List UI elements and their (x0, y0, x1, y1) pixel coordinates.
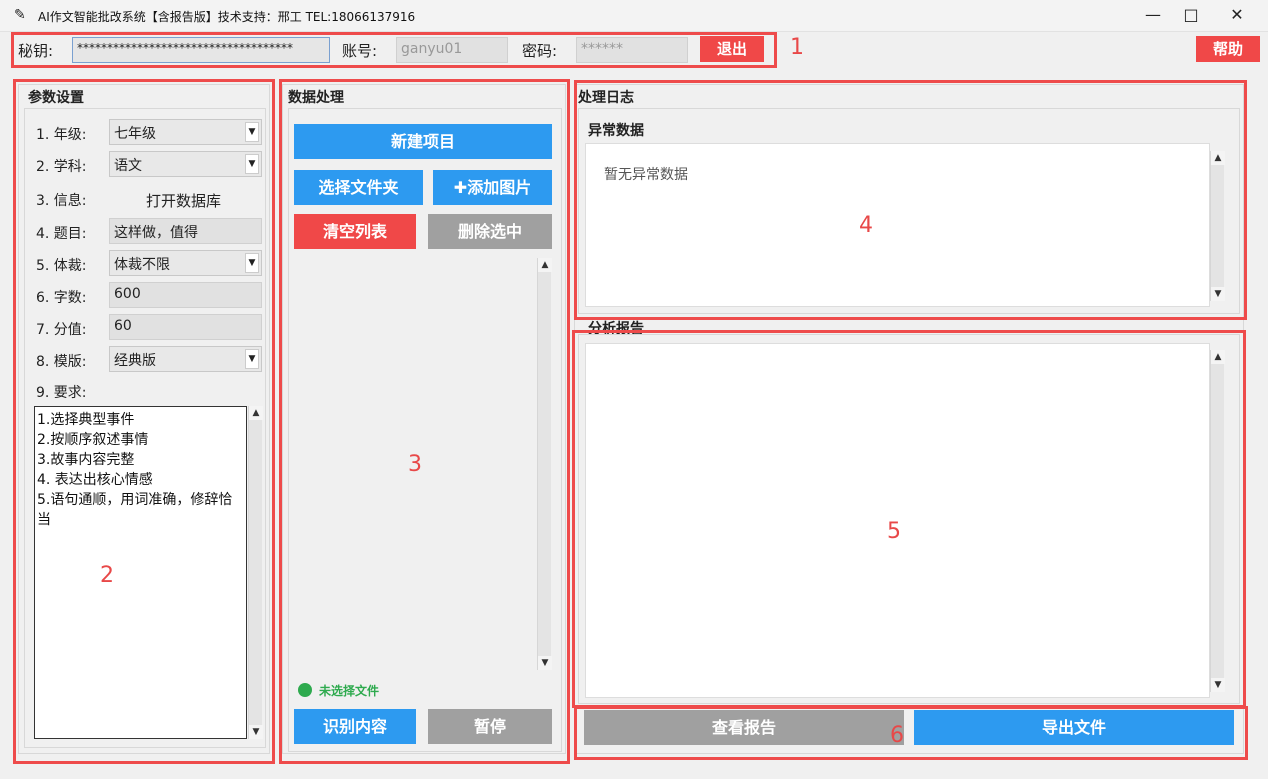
annotation-box-5 (572, 330, 1246, 708)
annotation-number: 1 (790, 35, 804, 60)
annotation-number: 4 (859, 213, 873, 238)
close-icon[interactable]: ✕ (1214, 0, 1260, 32)
annotation-box-2 (13, 79, 275, 764)
annotation-box-1 (11, 32, 777, 68)
annotation-number: 6 (890, 723, 904, 748)
feather-icon: ✎ (14, 7, 26, 23)
app-window: ✎ AI作文智能批改系统【含报告版】技术支持：邢工 TEL:1806613791… (0, 0, 1268, 779)
maximize-icon[interactable]: □ (1168, 0, 1214, 32)
title-bar: ✎ AI作文智能批改系统【含报告版】技术支持：邢工 TEL:1806613791… (0, 0, 1268, 32)
annotation-box-6 (574, 706, 1248, 760)
help-button[interactable]: 帮助 (1196, 36, 1260, 62)
annotation-box-4 (574, 80, 1247, 320)
annotation-box-3 (279, 79, 570, 764)
window-title: AI作文智能批改系统【含报告版】技术支持：邢工 TEL:18066137916 (38, 10, 416, 24)
annotation-number: 2 (100, 563, 114, 588)
annotation-number: 5 (887, 519, 901, 544)
annotation-number: 3 (408, 452, 422, 477)
